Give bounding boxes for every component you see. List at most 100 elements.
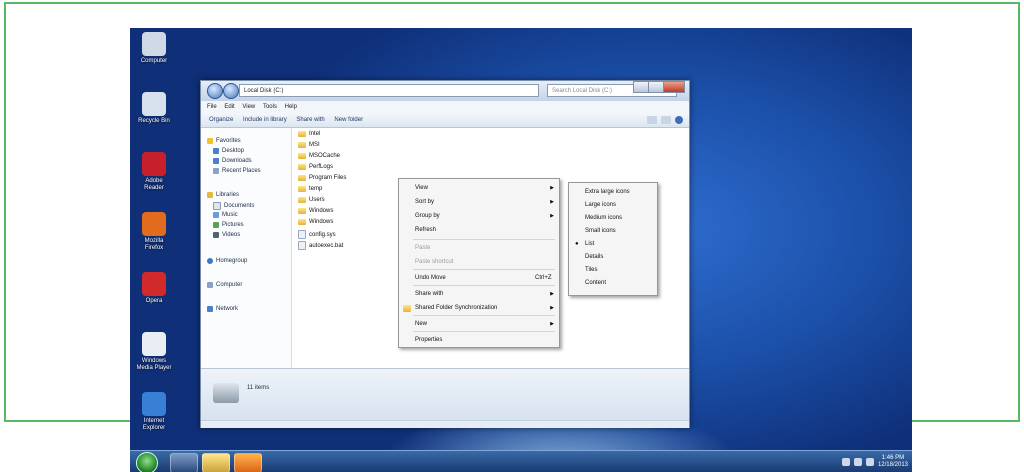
context-menu-item[interactable]: New	[415, 321, 427, 327]
nav-videos[interactable]: Videos	[213, 232, 240, 238]
context-menu-item[interactable]: Properties	[415, 337, 442, 343]
desktop-icon-item[interactable]: Windows Media Player	[136, 332, 172, 372]
context-menu-item[interactable]: Group by	[415, 213, 440, 219]
file-icon	[298, 230, 306, 239]
folder-icon	[298, 175, 306, 181]
context-menu-item[interactable]: View	[415, 185, 428, 191]
picture-icon	[213, 222, 219, 228]
clock[interactable]: 1:46 PM 12/18/2013	[878, 455, 908, 469]
nav-libraries[interactable]: Libraries	[207, 192, 239, 198]
navigation-pane: Favorites Desktop Downloads Recent Place…	[201, 128, 292, 368]
file-row[interactable]: MSOCache	[298, 153, 340, 159]
clock-date: 12/18/2013	[877, 462, 908, 468]
context-menu: View ▶ Sort by ▶ Group by ▶ Refresh Paste Paste …	[398, 178, 560, 348]
desktop-icon-item[interactable]: Internet Explorer	[136, 392, 172, 432]
document-icon	[213, 202, 221, 210]
file-row[interactable]: temp	[298, 186, 322, 192]
maximize-button[interactable]	[648, 81, 664, 93]
view-option[interactable]: List	[585, 241, 594, 247]
nav-desktop[interactable]: Desktop	[213, 148, 244, 154]
desktop-icon-item[interactable]: Opera	[136, 272, 172, 305]
share-with-button[interactable]: Share with	[296, 117, 324, 123]
view-option[interactable]: Small icons	[585, 228, 616, 234]
nav-documents[interactable]: Documents	[213, 202, 254, 210]
organize-button[interactable]: Organize	[209, 117, 233, 123]
close-button[interactable]	[663, 81, 685, 93]
tray-flag-icon[interactable]	[841, 458, 850, 466]
folder-icon	[298, 197, 306, 203]
music-icon	[213, 212, 219, 218]
submenu-arrow-icon: ▶	[550, 321, 554, 327]
view-option[interactable]: Extra large icons	[585, 189, 630, 195]
menu-separator	[413, 285, 555, 286]
change-view-icon[interactable]	[647, 116, 657, 124]
menu-separator	[413, 239, 555, 240]
selected-bullet-icon: ●	[575, 241, 579, 247]
context-menu-item[interactable]: Share with	[415, 291, 443, 297]
share-folder-icon	[403, 305, 411, 312]
desktop-app-icon	[142, 272, 166, 296]
help-icon[interactable]	[675, 116, 683, 124]
back-arrow-icon[interactable]	[207, 83, 223, 99]
context-menu-item[interactable]: Refresh	[415, 227, 436, 233]
desktop-app-icon	[142, 212, 166, 236]
include-in-library-button[interactable]: Include in library	[243, 117, 287, 123]
context-menu-item[interactable]: Shared Folder Synchronization	[415, 305, 497, 311]
desktop-icon-item[interactable]: Recycle Bin	[136, 92, 172, 125]
desktop-icon-item[interactable]: Adobe Reader	[136, 152, 172, 192]
new-folder-button[interactable]: New folder	[334, 117, 363, 123]
file-row[interactable]: autoexec.bat	[298, 241, 343, 250]
file-row[interactable]: Windows	[298, 208, 333, 214]
green-frame-bottom-right	[912, 420, 1020, 422]
command-bar: Organize Include in library Share with N…	[201, 113, 689, 128]
menu-edit[interactable]: Edit	[224, 104, 234, 110]
file-row[interactable]: MSI	[298, 142, 320, 148]
file-row[interactable]: Users	[298, 197, 325, 203]
file-name: temp	[309, 186, 323, 192]
nav-homegroup[interactable]: Homegroup	[207, 258, 247, 264]
minimize-button[interactable]	[633, 81, 649, 93]
nav-recent-places[interactable]: Recent Places	[213, 168, 261, 174]
context-menu-item[interactable]: Sort by	[415, 199, 434, 205]
menu-view[interactable]: View	[242, 104, 255, 110]
tray-network-icon[interactable]	[853, 458, 862, 466]
file-row[interactable]: Intel	[298, 131, 320, 137]
desktop-icon-label: Internet Explorer	[142, 418, 166, 431]
forward-arrow-icon[interactable]	[223, 83, 239, 99]
taskbar-firefox-button[interactable]	[234, 453, 262, 472]
taskbar-explorer-button[interactable]	[202, 453, 230, 472]
nav-computer[interactable]: Computer	[207, 282, 242, 288]
taskbar-media-player-button[interactable]	[170, 453, 198, 472]
file-row[interactable]: config.sys	[298, 230, 336, 239]
address-bar[interactable]: Local Disk (C:)	[239, 84, 539, 97]
desktop-icon-item[interactable]: Computer	[136, 32, 172, 65]
view-submenu: Extra large icons Large icons Medium icons…	[568, 182, 658, 296]
preview-pane-icon[interactable]	[661, 116, 671, 124]
title-bar[interactable]: Local Disk (C:) Search Local Disk (C:)	[201, 81, 689, 101]
menu-tools[interactable]: Tools	[263, 104, 277, 110]
nav-pictures[interactable]: Pictures	[213, 222, 244, 228]
view-option[interactable]: Medium icons	[585, 215, 622, 221]
file-icon	[298, 241, 306, 250]
view-option[interactable]: Details	[585, 254, 603, 260]
folder-icon	[298, 219, 306, 225]
start-button[interactable]	[136, 452, 158, 472]
nav-music[interactable]: Music	[213, 212, 238, 218]
view-option[interactable]: Content	[585, 280, 606, 286]
file-row[interactable]: Program Files	[298, 175, 346, 181]
homegroup-icon	[207, 258, 213, 264]
file-row[interactable]: Windows	[298, 219, 333, 225]
file-row[interactable]: PerfLogs	[298, 164, 333, 170]
context-menu-item[interactable]: Undo Move	[415, 275, 446, 281]
view-option[interactable]: Tiles	[585, 267, 597, 273]
desktop-icon-item[interactable]: Mozilla Firefox	[136, 212, 172, 252]
tray-volume-icon[interactable]	[865, 458, 874, 466]
file-name: config.sys	[309, 231, 336, 238]
network-icon	[207, 306, 213, 312]
menu-file[interactable]: File	[207, 104, 217, 110]
nav-downloads[interactable]: Downloads	[213, 158, 252, 164]
nav-favorites[interactable]: Favorites	[207, 138, 241, 144]
nav-network[interactable]: Network	[207, 306, 238, 312]
view-option[interactable]: Large icons	[585, 202, 616, 208]
menu-help[interactable]: Help	[285, 104, 297, 110]
